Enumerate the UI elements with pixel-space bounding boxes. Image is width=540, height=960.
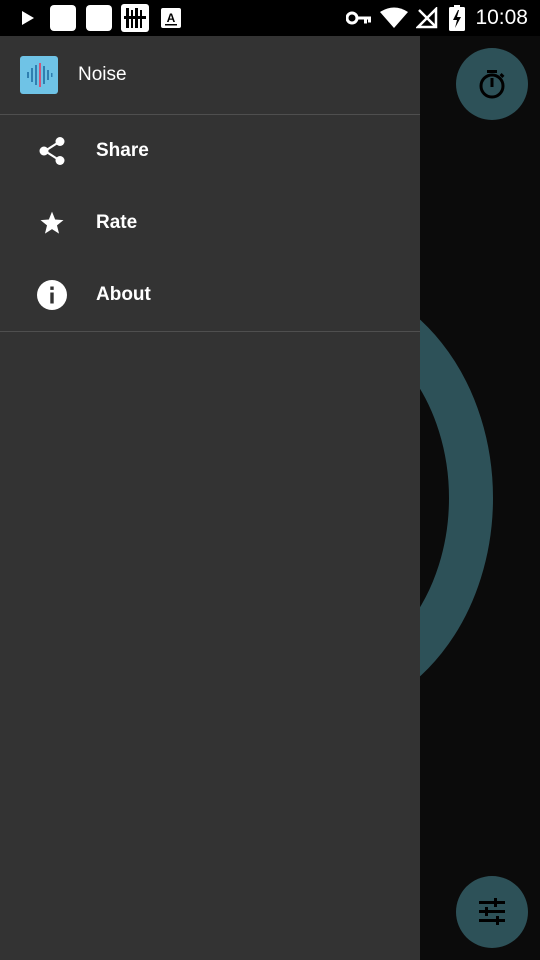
menu-item-label: Share xyxy=(96,140,149,161)
svg-text:A: A xyxy=(167,11,176,25)
timer-button[interactable] xyxy=(456,48,528,120)
wifi-icon xyxy=(380,7,408,28)
status-bar: A 10:08 xyxy=(0,0,540,36)
menu-item-label: About xyxy=(96,284,151,305)
notification-square-icon xyxy=(86,5,112,31)
tune-button[interactable] xyxy=(456,876,528,948)
menu-item-label: Rate xyxy=(96,212,138,233)
vpn-key-icon xyxy=(346,11,371,25)
tune-icon xyxy=(479,898,505,925)
app-name: Noise xyxy=(78,64,127,85)
star-icon xyxy=(36,207,68,239)
menu-item-share[interactable]: Share xyxy=(0,115,420,187)
play-icon xyxy=(22,11,34,25)
drawer-header: Noise xyxy=(0,36,420,115)
drawer-menu: Share Rate About xyxy=(0,115,420,332)
barcode-icon xyxy=(121,4,149,32)
notification-square-icon xyxy=(50,5,76,31)
font-a-icon: A xyxy=(161,8,181,28)
waveform-icon xyxy=(27,63,53,87)
battery-charging-icon xyxy=(449,5,465,31)
info-icon xyxy=(36,279,68,311)
no-signal-icon xyxy=(416,7,438,29)
clock-time: 10:08 xyxy=(475,6,528,29)
share-icon xyxy=(36,135,68,167)
menu-item-rate[interactable]: Rate xyxy=(0,187,420,259)
navigation-drawer: Noise Share Rate About xyxy=(0,36,420,960)
timer-icon xyxy=(479,70,505,99)
app-logo xyxy=(20,56,58,94)
screen: A 10:08 Noise Share Rate About xyxy=(0,0,540,960)
menu-item-about[interactable]: About xyxy=(0,259,420,331)
